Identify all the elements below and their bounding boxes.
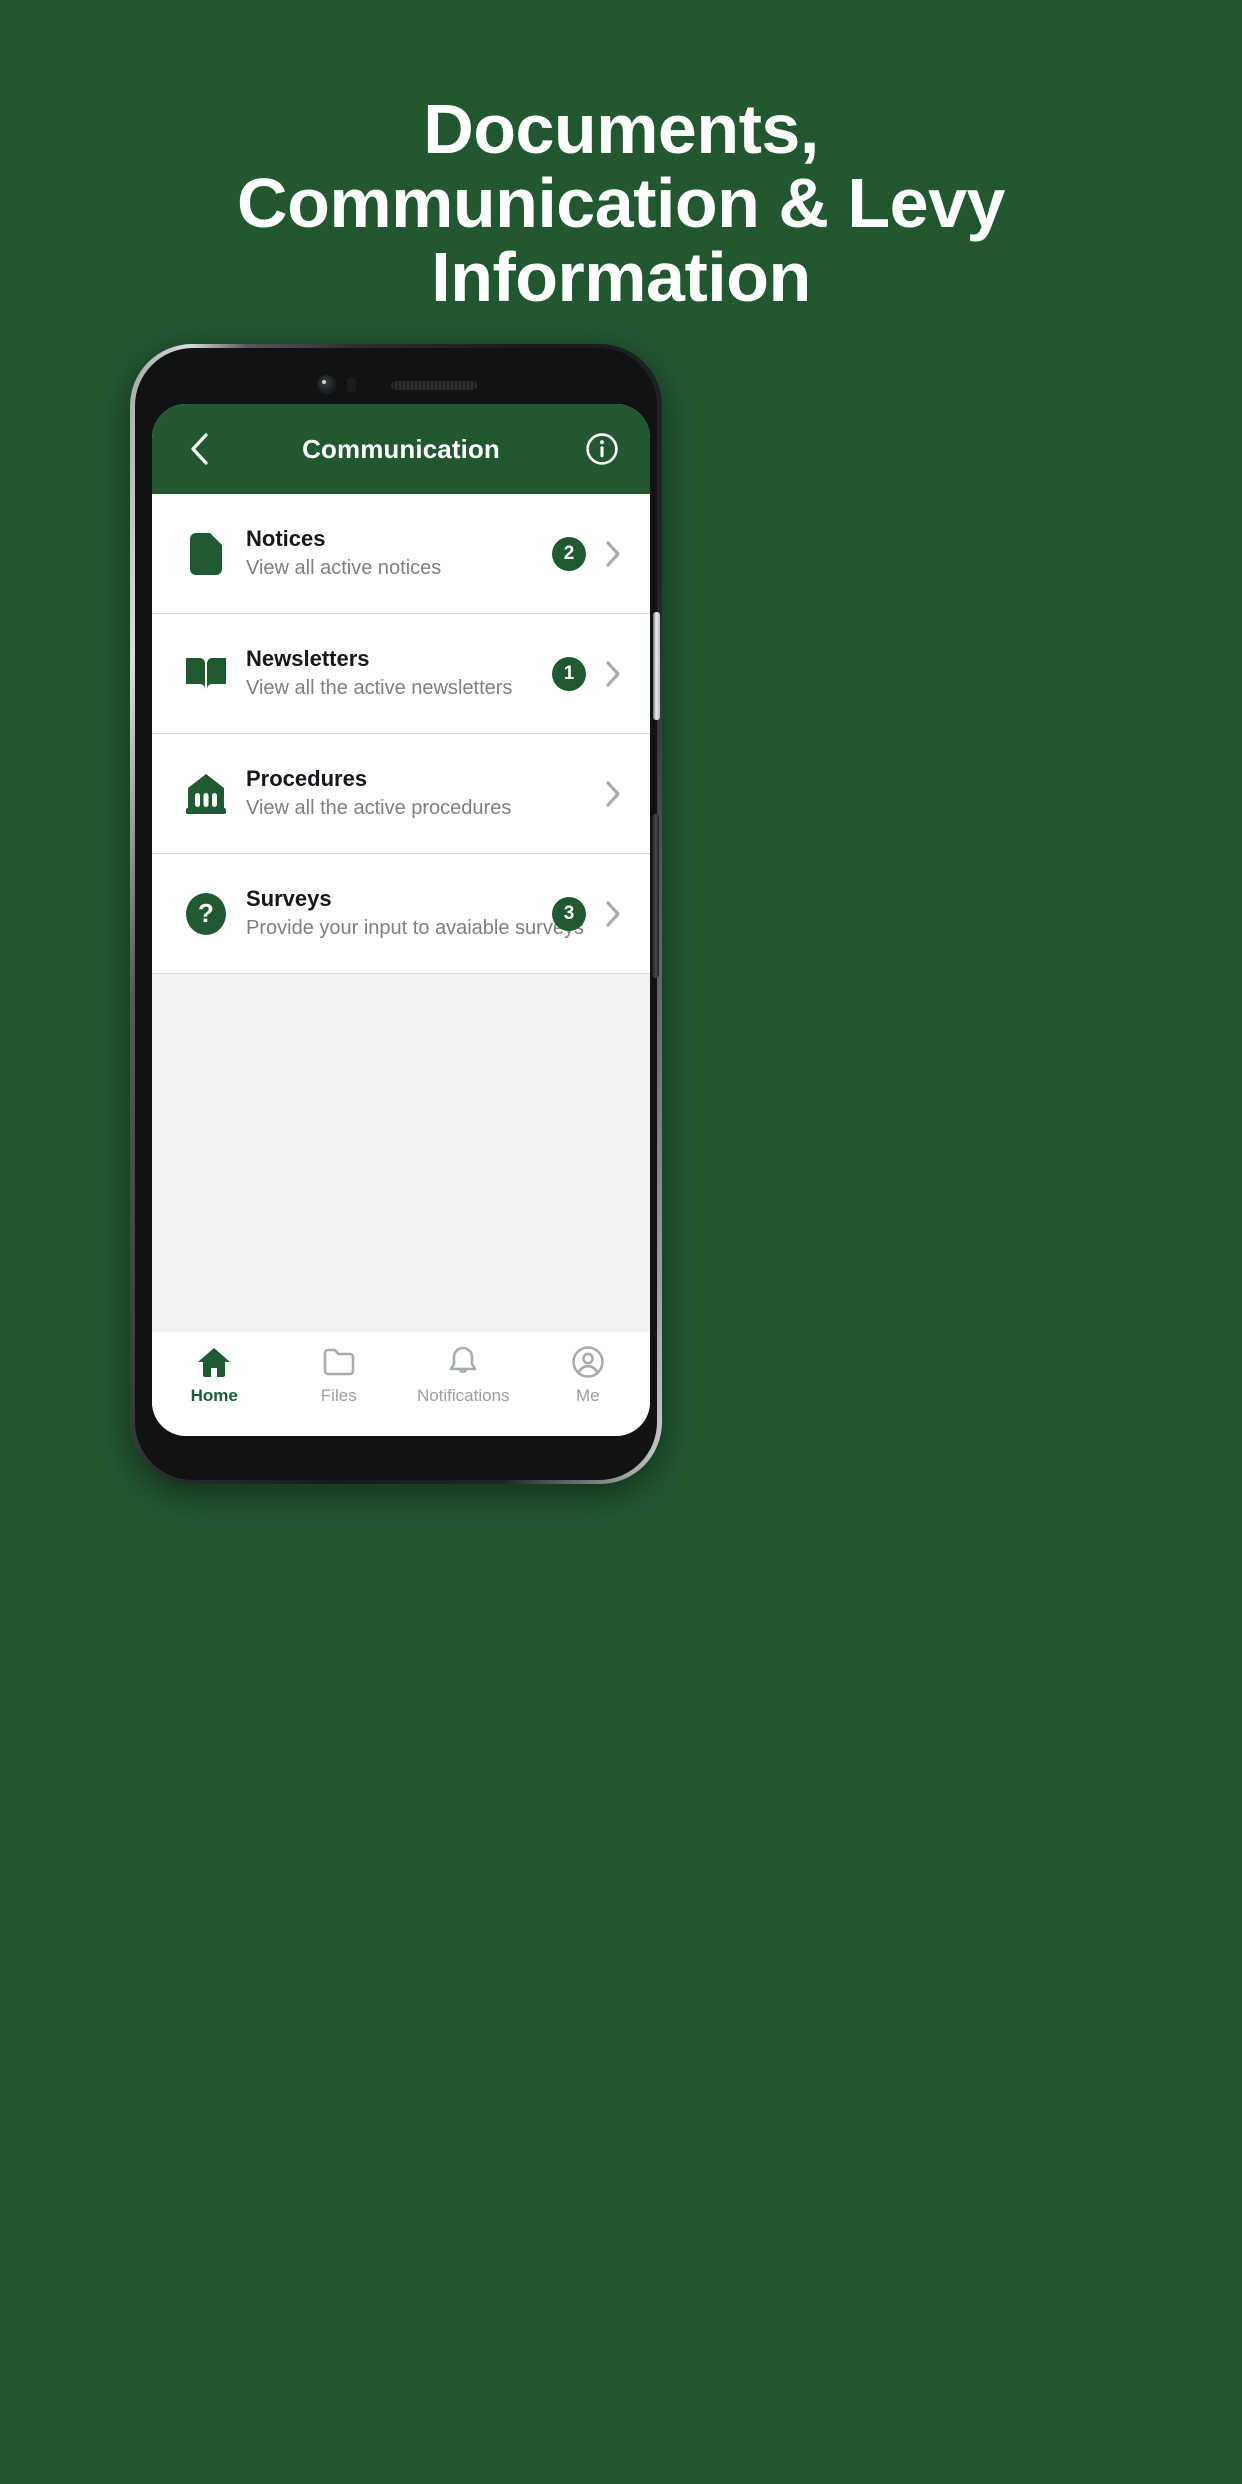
bell-icon xyxy=(447,1345,479,1379)
status-badge: 1 xyxy=(552,656,586,691)
phone-sensor-row xyxy=(135,372,657,398)
headline-line-3: Information xyxy=(431,238,811,317)
front-camera-icon xyxy=(315,374,338,396)
tab-label: Home xyxy=(190,1386,238,1405)
tab-home[interactable]: Home xyxy=(152,1345,277,1406)
row-text: Notices View all active notices xyxy=(234,525,552,582)
list-item-subtitle: View all the active newsletters xyxy=(246,676,513,699)
headline-line-1: Documents, xyxy=(423,90,819,168)
back-button[interactable] xyxy=(178,427,222,471)
list-card: Notices View all active notices 2 Newsle… xyxy=(152,494,650,974)
promo-headline: Documents, Communication & Levy Informat… xyxy=(0,92,1242,315)
status-badge: 2 xyxy=(552,536,586,571)
bank-building-icon xyxy=(186,773,226,814)
chevron-right-button[interactable] xyxy=(600,900,626,928)
list-item-subtitle: View all the active procedures xyxy=(246,796,512,819)
list-item-surveys[interactable]: ? Surveys Provide your input to avaiable… xyxy=(152,854,650,974)
notice-document-icon xyxy=(190,532,222,575)
communication-list: Notices View all active notices 2 Newsle… xyxy=(152,494,650,1332)
app-header: Communication xyxy=(152,404,650,494)
list-item-subtitle: Provide your input to avaiable surveys xyxy=(246,916,584,939)
page-title: Communication xyxy=(302,433,500,464)
chevron-left-icon xyxy=(191,433,208,465)
chevron-right-button[interactable] xyxy=(600,540,626,568)
bottom-navigation: Home Files Notifications Me xyxy=(152,1332,650,1436)
chevron-right-button[interactable] xyxy=(600,660,626,688)
headline-line-2: Communication & Levy xyxy=(237,164,1005,243)
tab-label: Notifications xyxy=(416,1386,510,1405)
tab-label: Me xyxy=(575,1386,600,1405)
status-badge: 3 xyxy=(552,896,586,931)
phone-screen: Communication Notices View all active no… xyxy=(152,404,650,1436)
list-item-subtitle: View all active notices xyxy=(246,556,442,579)
open-book-icon xyxy=(186,657,226,689)
earpiece-speaker-icon xyxy=(390,380,477,390)
question-mark-circle-icon: ? xyxy=(186,892,226,935)
list-item-title: Procedures xyxy=(246,766,368,792)
row-icon-wrap xyxy=(178,531,234,577)
list-item-title: Notices xyxy=(246,526,326,552)
volume-button[interactable] xyxy=(653,612,660,720)
list-item-notices[interactable]: Notices View all active notices 2 xyxy=(152,494,650,614)
person-circle-icon xyxy=(571,1345,605,1379)
svg-text:?: ? xyxy=(198,898,214,928)
chevron-right-icon xyxy=(606,540,620,567)
tab-files[interactable]: Files xyxy=(277,1345,402,1406)
chevron-right-icon xyxy=(606,900,620,927)
row-text: Newsletters View all the active newslett… xyxy=(234,645,552,702)
list-item-procedures[interactable]: Procedures View all the active procedure… xyxy=(152,734,650,854)
info-circle-icon xyxy=(586,433,618,465)
tab-notifications[interactable]: Notifications xyxy=(401,1345,526,1406)
row-text: Procedures View all the active procedure… xyxy=(234,765,552,822)
row-icon-wrap: ? xyxy=(178,891,234,937)
row-icon-wrap xyxy=(178,772,234,816)
chevron-right-icon xyxy=(606,660,620,687)
tab-label: Files xyxy=(320,1386,357,1405)
phone-body: Communication Notices View all active no… xyxy=(135,348,660,1480)
row-icon-wrap xyxy=(178,654,234,694)
list-item-title: Surveys xyxy=(246,886,332,912)
folder-icon xyxy=(322,1345,356,1379)
power-button[interactable] xyxy=(652,814,659,978)
list-item-newsletters[interactable]: Newsletters View all the active newslett… xyxy=(152,614,650,734)
home-icon xyxy=(197,1345,231,1379)
proximity-sensor-icon xyxy=(346,377,356,393)
chevron-right-icon xyxy=(606,780,620,807)
chevron-right-button[interactable] xyxy=(600,780,626,808)
tab-me[interactable]: Me xyxy=(526,1345,651,1406)
phone-mockup: Communication Notices View all active no… xyxy=(130,344,662,1484)
info-button[interactable] xyxy=(580,427,624,471)
row-text: Surveys Provide your input to avaiable s… xyxy=(234,885,584,942)
list-item-title: Newsletters xyxy=(246,646,370,672)
